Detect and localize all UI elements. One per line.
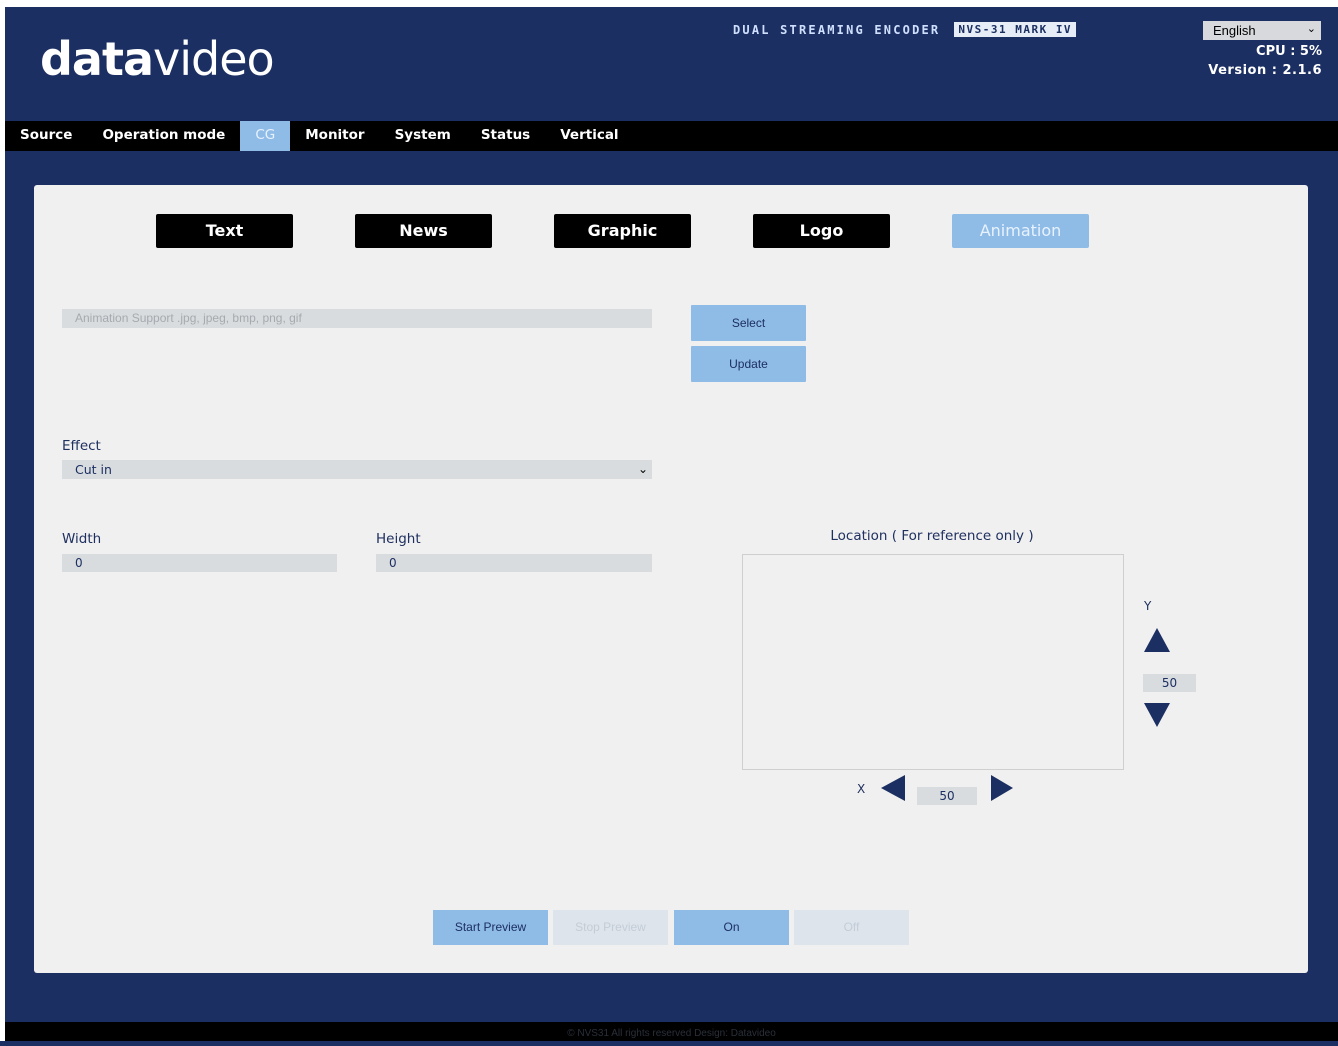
stop-preview-button[interactable]: Stop Preview [553,910,668,945]
datavideo-logo: datavideo [40,32,275,86]
start-preview-button[interactable]: Start Preview [433,910,548,945]
cg-tab-animation[interactable]: Animation [952,214,1089,248]
cg-panel: Text News Graphic Logo Animation Animati… [34,185,1308,973]
select-file-button[interactable]: Select [691,305,806,341]
model-badge: NVS-31 MARK IV [954,22,1077,37]
cg-tab-text[interactable]: Text [156,214,293,248]
arrow-left-icon[interactable] [881,775,905,801]
height-label: Height [376,531,421,547]
window-left-edge [0,0,5,1041]
height-input[interactable]: 0 [376,554,652,572]
arrow-down-icon[interactable] [1144,703,1170,727]
nav-tab-monitor[interactable]: Monitor [290,121,379,151]
cg-tab-news[interactable]: News [355,214,492,248]
product-name: DUAL STREAMING ENCODER [733,22,941,37]
off-button[interactable]: Off [794,910,909,945]
nav-tab-system[interactable]: System [380,121,466,151]
footer-copyright: © NVS31 All rights reserved Design: Data… [5,1022,1338,1041]
on-button[interactable]: On [674,910,789,945]
firmware-version: Version : 2.1.6 [1208,63,1322,78]
effect-select[interactable]: Cut in ⌄ [62,460,652,479]
chevron-down-icon: ⌄ [637,462,648,476]
width-label: Width [62,531,102,547]
chevron-down-icon: ⌄ [1306,23,1316,35]
effect-label: Effect [62,438,101,454]
product-title: DUAL STREAMING ENCODER NVS-31 MARK IV [733,22,1077,37]
location-preview-area[interactable] [742,554,1124,770]
animation-file-input[interactable]: Animation Support .jpg, jpeg, bmp, png, … [62,309,652,328]
cg-tab-logo[interactable]: Logo [753,214,890,248]
window-top-edge [0,0,1338,7]
arrow-up-icon[interactable] [1144,628,1170,652]
cpu-usage: CPU : 5% [1256,44,1322,59]
cg-tab-graphic[interactable]: Graphic [554,214,691,248]
effect-value: Cut in [75,462,112,477]
language-select[interactable]: English ⌄ [1203,21,1321,40]
logo-text-light: video [153,32,275,86]
nav-tab-operation-mode[interactable]: Operation mode [87,121,240,151]
nav-tab-status[interactable]: Status [466,121,545,151]
location-title: Location ( For reference only ) [830,528,1034,544]
update-button[interactable]: Update [691,346,806,382]
nav-tab-cg[interactable]: CG [240,121,291,151]
logo-text-bold: data [40,32,154,86]
nav-tab-vertical[interactable]: Vertical [545,121,633,151]
main-nav: Source Operation mode CG Monitor System … [5,121,1338,151]
width-input[interactable]: 0 [62,554,337,572]
nav-tab-source[interactable]: Source [5,121,87,151]
language-value: English [1213,23,1256,38]
y-axis-label: Y [1144,599,1152,613]
y-position-value[interactable]: 50 [1143,674,1196,692]
x-axis-label: X [857,782,866,796]
x-position-value[interactable]: 50 [917,787,977,805]
arrow-right-icon[interactable] [991,775,1013,801]
